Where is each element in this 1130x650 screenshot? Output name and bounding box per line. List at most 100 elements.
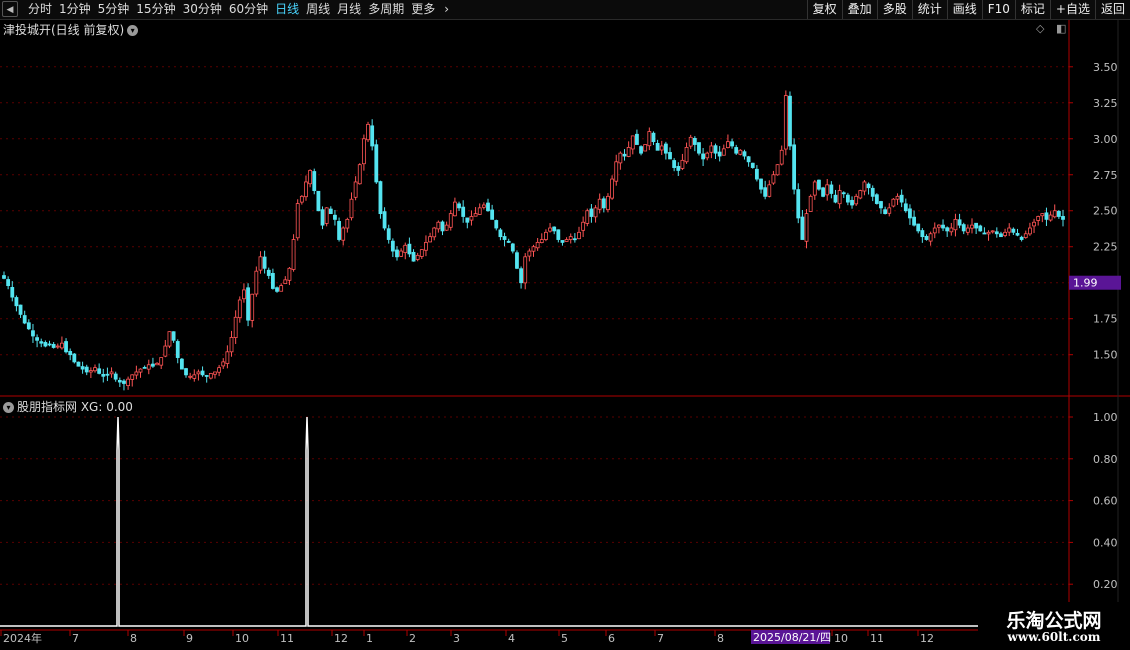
candle-body (539, 239, 544, 243)
candle-body (328, 208, 333, 215)
candle-body (734, 147, 739, 154)
tab-5min[interactable]: 5分钟 (98, 2, 130, 16)
overlay-button[interactable]: 叠加 (841, 0, 877, 19)
candle-body (692, 138, 697, 145)
candle-body (1003, 231, 1007, 236)
candle-body (134, 371, 139, 376)
window-icon[interactable]: ◧ (1056, 22, 1066, 35)
candle-body (990, 230, 995, 233)
candle-body (270, 273, 275, 289)
candle-body (845, 194, 850, 203)
candle-body (643, 144, 648, 152)
candle-body (151, 363, 155, 367)
candle-body (750, 162, 755, 168)
tab-60min[interactable]: 60分钟 (229, 2, 268, 16)
tab-1min[interactable]: 1分钟 (59, 2, 91, 16)
tab-multi-period[interactable]: 多周期 (368, 2, 404, 16)
candle-body (701, 153, 706, 160)
back-button[interactable]: 返回 (1094, 0, 1130, 19)
candle-body (941, 224, 945, 229)
candle-body (196, 371, 201, 375)
stats-button[interactable]: 统计 (911, 0, 947, 19)
price-tick-label: 1.75 (1093, 313, 1118, 326)
tab-more[interactable]: 更多 › (411, 2, 456, 16)
candle-body (717, 151, 722, 157)
candle-body (403, 244, 408, 253)
candle-body (800, 216, 805, 240)
tab-monthly[interactable]: 月线 (337, 2, 361, 16)
candle-body (353, 181, 358, 198)
candle-body (821, 187, 825, 197)
mark-button[interactable]: 标记 (1014, 0, 1050, 19)
candle-body (167, 331, 172, 347)
tab-15min[interactable]: 15分钟 (136, 2, 175, 16)
candle-body (250, 293, 255, 321)
tab-weekly[interactable]: 周线 (306, 2, 330, 16)
candle-body (527, 250, 532, 257)
time-tick-label: 2024年 (3, 631, 42, 645)
candle-body (299, 195, 304, 203)
candle-body (974, 222, 979, 229)
draw-line-button[interactable]: 画线 (946, 0, 982, 19)
chevron-down-icon[interactable]: ▾ (127, 25, 139, 36)
tab-more-label: 更多 (411, 2, 436, 16)
watermark: 乐淘公式网 www.60lt.com (978, 602, 1130, 650)
time-tick-label: 11 (870, 632, 884, 645)
candle-body (610, 178, 614, 199)
candle-body (676, 166, 681, 171)
candle-body (593, 207, 598, 218)
multi-stock-button[interactable]: 多股 (876, 0, 912, 19)
candle-body (68, 350, 73, 356)
candle-body (217, 367, 222, 373)
candle-body (188, 375, 193, 378)
fuquan-button[interactable]: 复权 (806, 0, 842, 19)
candle-body (60, 342, 64, 349)
diamond-icon[interactable]: ◇ (1036, 22, 1044, 35)
candle-body (411, 251, 416, 262)
candle-body (390, 240, 395, 252)
candle-body (957, 219, 962, 226)
candle-body (953, 218, 958, 231)
candle-body (84, 366, 89, 373)
candle-body (812, 181, 817, 196)
candle-body (684, 147, 689, 163)
signal-line (0, 416, 1069, 627)
chart-canvas: 3.50 3.25 3.00 2.75 2.50 2.25 2.00 1.75 1.50 1.99… (0, 20, 1130, 650)
chevron-down-icon[interactable]: ▾ (3, 402, 14, 413)
candle-body (254, 270, 259, 295)
prev-arrow-icon[interactable]: ◀ (2, 1, 18, 17)
candle-body (465, 217, 470, 223)
candle-body (804, 213, 809, 242)
candle-body (283, 279, 288, 285)
candle-body (837, 190, 842, 205)
candle-body (651, 132, 656, 143)
price-tag-bg (1069, 275, 1121, 290)
candle-body (213, 371, 217, 375)
candle-body (515, 252, 519, 269)
candle-body (6, 279, 11, 286)
candle-body (775, 164, 780, 176)
candle-body (386, 228, 391, 240)
candle-body (581, 221, 586, 231)
chevron-right-icon: › (444, 2, 450, 16)
candle-body (486, 202, 490, 212)
add-watchlist-button[interactable]: +自选 (1049, 0, 1095, 19)
candle-body (999, 233, 1003, 238)
candle-body (560, 240, 565, 243)
tab-30min[interactable]: 30分钟 (183, 2, 222, 16)
candle-body (432, 227, 437, 238)
candle-body (899, 194, 904, 203)
candle-body (378, 181, 383, 215)
f10-button[interactable]: F10 (981, 0, 1015, 19)
candle-body (242, 289, 246, 300)
candle-body (448, 213, 453, 228)
candle-body (469, 216, 474, 221)
time-tick-label: 3 (453, 632, 460, 645)
time-tick-label: 8 (717, 632, 724, 645)
candle-body (862, 181, 867, 192)
candle-body (982, 232, 987, 235)
tab-daily[interactable]: 日线 (275, 2, 299, 16)
candle-body (237, 299, 242, 319)
time-tick-label: 5 (561, 632, 568, 645)
tab-fenshi[interactable]: 分时 (28, 2, 52, 16)
